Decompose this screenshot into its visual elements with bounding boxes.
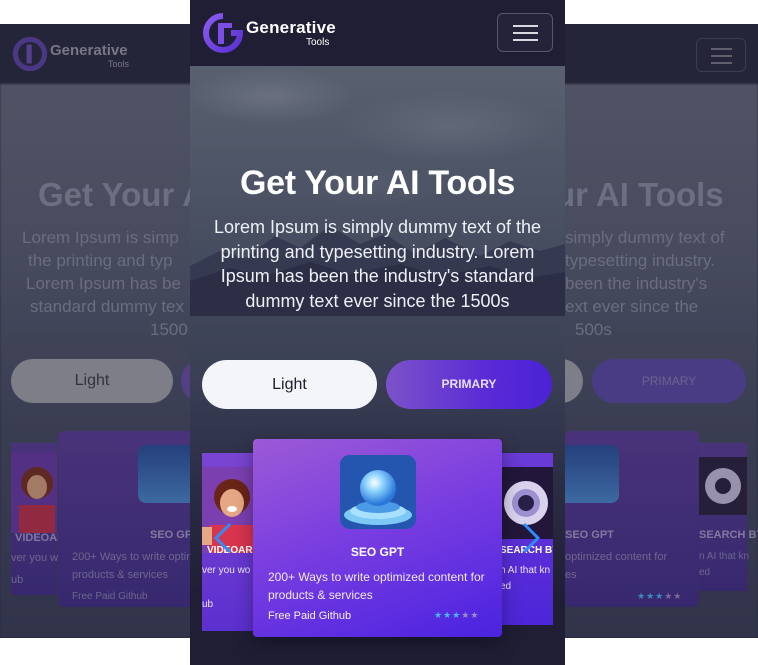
right-card-description-1: n AI that kn [500, 565, 551, 576]
brand-name: Generative [246, 18, 336, 37]
hero-title: Get Your AI Tools [239, 164, 516, 202]
logo-icon[interactable] [202, 12, 244, 54]
seo-gpt-image-icon [340, 455, 416, 529]
card-rating: ★★★★★ [434, 610, 479, 621]
brand-subtitle: Tools [306, 37, 330, 48]
left-card-tag: ub [202, 599, 214, 610]
hamburger-menu-button[interactable] [497, 13, 553, 52]
star-icon: ★ [443, 610, 453, 620]
phone-viewport: Generative Tools Get Your AI Tools Lorem… [190, 0, 565, 665]
star-icon: ★ [434, 610, 444, 620]
primary-button[interactable]: PRIMARY [386, 360, 552, 409]
screenshot-stage: Generative Tools Get Your A ur AI Tools … [0, 0, 758, 665]
hamburger-icon [513, 25, 538, 27]
chevron-right-icon[interactable] [518, 520, 544, 556]
carousel-card-main[interactable]: SEO GPT 200+ Ways to write optimized con… [253, 439, 502, 637]
card-tags: Free Paid Github [268, 610, 352, 622]
star-icon: ★ [452, 610, 462, 620]
hero-description: Lorem Ipsum is simply dummy text of the … [213, 217, 542, 311]
card-description: 200+ Ways to write optimized content for… [268, 570, 485, 602]
star-icon: ★ [461, 610, 471, 620]
light-button[interactable]: Light [202, 360, 377, 409]
star-icon: ★ [470, 610, 480, 620]
left-card-description: ver you wo [202, 565, 251, 576]
navbar: Generative Tools [190, 0, 565, 66]
card-title: SEO GPT [350, 545, 405, 559]
chevron-left-icon[interactable] [210, 520, 236, 556]
